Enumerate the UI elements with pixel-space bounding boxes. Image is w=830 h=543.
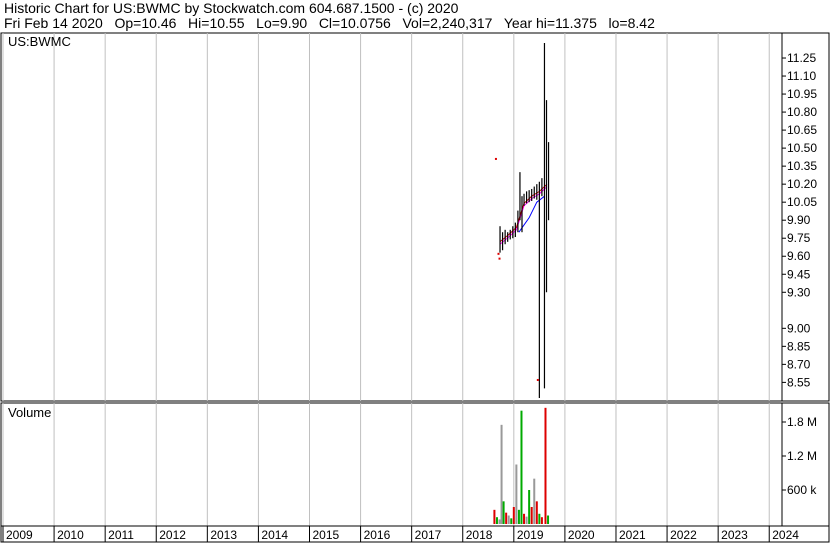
year-label-2023: 2023 — [721, 528, 748, 542]
price-tick-label: 8.55 — [787, 375, 811, 389]
year-label-2017: 2017 — [415, 528, 442, 542]
volume-bar — [500, 424, 503, 524]
volume-bar — [507, 515, 510, 524]
price-tick-label: 9.00 — [787, 321, 811, 335]
year-label-2011: 2011 — [108, 528, 134, 542]
price-tick-label: 8.85 — [787, 339, 811, 353]
price-tick-label: 9.45 — [787, 267, 811, 281]
volume-bar — [533, 478, 536, 524]
volume-panel-title: Volume — [8, 405, 51, 420]
price-tick-label: 8.70 — [787, 357, 811, 371]
year-label-2009: 2009 — [6, 528, 33, 542]
volume-bar — [512, 507, 515, 524]
year-label-2012: 2012 — [159, 528, 186, 542]
year-label-2016: 2016 — [364, 528, 391, 542]
volume-bar — [517, 509, 520, 524]
volume-bar — [547, 515, 550, 524]
volume-bar — [520, 410, 523, 524]
price-tick-label: 10.35 — [787, 159, 817, 173]
volume-panel — [0, 402, 830, 527]
price-tick-label: 10.20 — [787, 177, 817, 191]
year-label-2018: 2018 — [466, 528, 493, 542]
volume-tick-label: 600 k — [787, 483, 817, 497]
price-tick-label: 10.05 — [787, 195, 817, 209]
volume-bar — [495, 517, 498, 524]
price-panel-title: US:BWMC — [8, 34, 71, 49]
price-marker — [494, 157, 497, 160]
price-tick-label: 10.50 — [787, 141, 817, 155]
volume-bar — [530, 507, 533, 524]
year-label-2021: 2021 — [619, 528, 646, 542]
volume-bar — [510, 518, 513, 524]
volume-bar — [502, 501, 505, 524]
price-tick-label: 9.90 — [787, 213, 811, 227]
price-tick-label: 11.10 — [787, 69, 816, 83]
volume-bar — [538, 513, 541, 524]
year-label-2013: 2013 — [210, 528, 237, 542]
volume-bar — [493, 509, 496, 524]
volume-bar — [525, 516, 528, 524]
year-label-2020: 2020 — [568, 528, 595, 542]
volume-axis: 1.8 M 1.2 M 600 k — [782, 415, 817, 497]
volume-bar — [523, 513, 526, 524]
price-tick-label: 10.65 — [787, 123, 817, 137]
price-tick-label: 9.75 — [787, 231, 811, 245]
volume-bar — [505, 512, 508, 524]
year-label-2010: 2010 — [57, 528, 84, 542]
volume-bar — [544, 407, 547, 524]
price-panel — [0, 32, 830, 402]
volume-bar — [515, 464, 518, 524]
volume-bar — [498, 519, 501, 524]
price-tick-label: 10.95 — [787, 87, 817, 101]
volume-bar — [540, 517, 543, 524]
volume-tick-label: 1.8 M — [787, 415, 817, 429]
year-label-2022: 2022 — [670, 528, 697, 542]
price-marker — [498, 257, 501, 260]
price-marker — [536, 378, 539, 381]
price-marker — [497, 252, 500, 255]
price-tick-label: 9.30 — [787, 285, 811, 299]
price-tick-label: 11.25 — [787, 51, 816, 65]
year-label-2024: 2024 — [772, 528, 799, 542]
volume-bar — [535, 501, 538, 524]
volume-bar — [528, 490, 531, 524]
price-tick-label: 10.80 — [787, 105, 817, 119]
year-label-2019: 2019 — [517, 528, 544, 542]
volume-tick-label: 1.2 M — [787, 449, 817, 463]
year-label-2015: 2015 — [312, 528, 339, 542]
price-volume-chart: 11.25 11.10 10.95 10.80 10.65 10.50 10.35 10.20… — [0, 32, 830, 543]
price-tick-label: 9.60 — [787, 249, 811, 263]
year-label-2014: 2014 — [261, 528, 288, 542]
